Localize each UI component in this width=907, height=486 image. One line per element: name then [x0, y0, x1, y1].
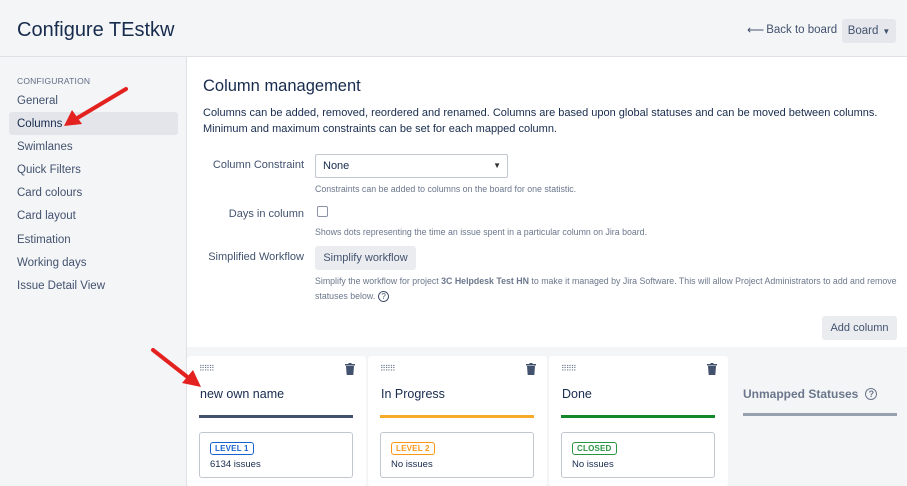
column-card[interactable]: ⠿⠿⠿ In Progress LEVEL 2 No issues [368, 356, 547, 486]
section-description: Columns can be added, removed, reordered… [203, 107, 878, 135]
column-bar [199, 415, 353, 418]
days-in-column-label: Days in column [228, 208, 304, 220]
days-in-column-help: Shows dots representing the time an issu… [315, 227, 648, 237]
status-lozenge: LEVEL 2 [391, 442, 435, 455]
caret-down-icon: ▼ [493, 161, 501, 170]
column-constraint-help: Constraints can be added to columns on t… [315, 184, 577, 194]
sidebar-heading: CONFIGURATION [17, 76, 91, 86]
days-in-column-checkbox[interactable] [317, 206, 328, 217]
unmapped-statuses-heading: Unmapped Statuses ? [743, 387, 878, 401]
column-name[interactable]: Done [562, 387, 592, 401]
column-constraint-label: Column Constraint [212, 159, 304, 171]
trash-icon[interactable] [345, 363, 355, 375]
add-column-button[interactable]: Add column [822, 316, 897, 340]
help-icon[interactable]: ? [865, 388, 878, 400]
section-title: Column management [203, 77, 361, 95]
issue-count: 6134 issues [210, 459, 261, 470]
simplified-workflow-label: Simplified Workflow [208, 251, 304, 263]
trash-icon[interactable] [707, 363, 717, 375]
issue-count: No issues [572, 459, 614, 470]
column-constraint-select[interactable]: None ▼ [315, 154, 508, 178]
column-bar [380, 415, 534, 418]
trash-icon[interactable] [526, 363, 536, 375]
sidebar-item-columns[interactable]: Columns [9, 112, 178, 135]
page-title: Configure TEstkw [17, 19, 175, 41]
workflow-help-pre: Simplify the workflow for project [315, 276, 442, 286]
board-button-label: Board [847, 25, 879, 37]
sidebar-item-card-colours[interactable]: Card colours [9, 181, 178, 204]
column-card[interactable]: ⠿⠿⠿ Done CLOSED No issues [549, 356, 728, 486]
sidebar-item-quick-filters[interactable]: Quick Filters [9, 158, 178, 181]
simplified-workflow-help: Simplify the workflow for project 3C Hel… [315, 274, 900, 304]
sidebar-item-working-days[interactable]: Working days [9, 251, 178, 274]
unmapped-statuses-label: Unmapped Statuses [743, 387, 859, 401]
drag-handle-icon[interactable]: ⠿⠿⠿ [380, 364, 396, 373]
caret-down-icon: ▼ [882, 26, 891, 36]
simplify-workflow-button[interactable]: Simplify workflow [315, 246, 416, 270]
issue-count: No issues [391, 459, 433, 470]
status-lozenge: LEVEL 1 [210, 442, 254, 455]
column-bar [561, 415, 715, 418]
sidebar-item-swimlanes[interactable]: Swimlanes [9, 135, 178, 158]
sidebar: CONFIGURATION General Columns Swimlanes … [0, 57, 187, 486]
sidebar-item-issue-detail-view[interactable]: Issue Detail View [9, 274, 178, 297]
drag-handle-icon[interactable]: ⠿⠿⠿ [199, 364, 215, 373]
status-card[interactable]: CLOSED No issues [561, 432, 715, 478]
page-header: Configure TEstkw ⟵ Back to board Board ▼ [0, 0, 907, 57]
back-to-board-link[interactable]: ⟵ Back to board [747, 23, 837, 37]
sidebar-item-general[interactable]: General [9, 89, 178, 112]
column-name[interactable]: In Progress [381, 387, 445, 401]
unmapped-bar [743, 413, 897, 416]
back-to-board-label: Back to board [766, 24, 838, 36]
column-name[interactable]: new own name [200, 387, 284, 401]
column-card[interactable]: ⠿⠿⠿ new own name LEVEL 1 6134 issues [187, 356, 366, 486]
status-card[interactable]: LEVEL 1 6134 issues [199, 432, 353, 478]
sidebar-item-estimation[interactable]: Estimation [9, 228, 178, 251]
left-arrow-icon: ⟵ [747, 23, 765, 37]
status-card[interactable]: LEVEL 2 No issues [380, 432, 534, 478]
sidebar-item-card-layout[interactable]: Card layout [9, 204, 178, 227]
status-lozenge: CLOSED [572, 442, 617, 455]
workflow-help-project: 3C Helpdesk Test HN [441, 276, 529, 286]
column-constraint-value: None [323, 160, 350, 172]
board-dropdown-button[interactable]: Board ▼ [842, 19, 896, 43]
drag-handle-icon[interactable]: ⠿⠿⠿ [561, 364, 577, 373]
help-icon[interactable]: ? [378, 291, 390, 303]
